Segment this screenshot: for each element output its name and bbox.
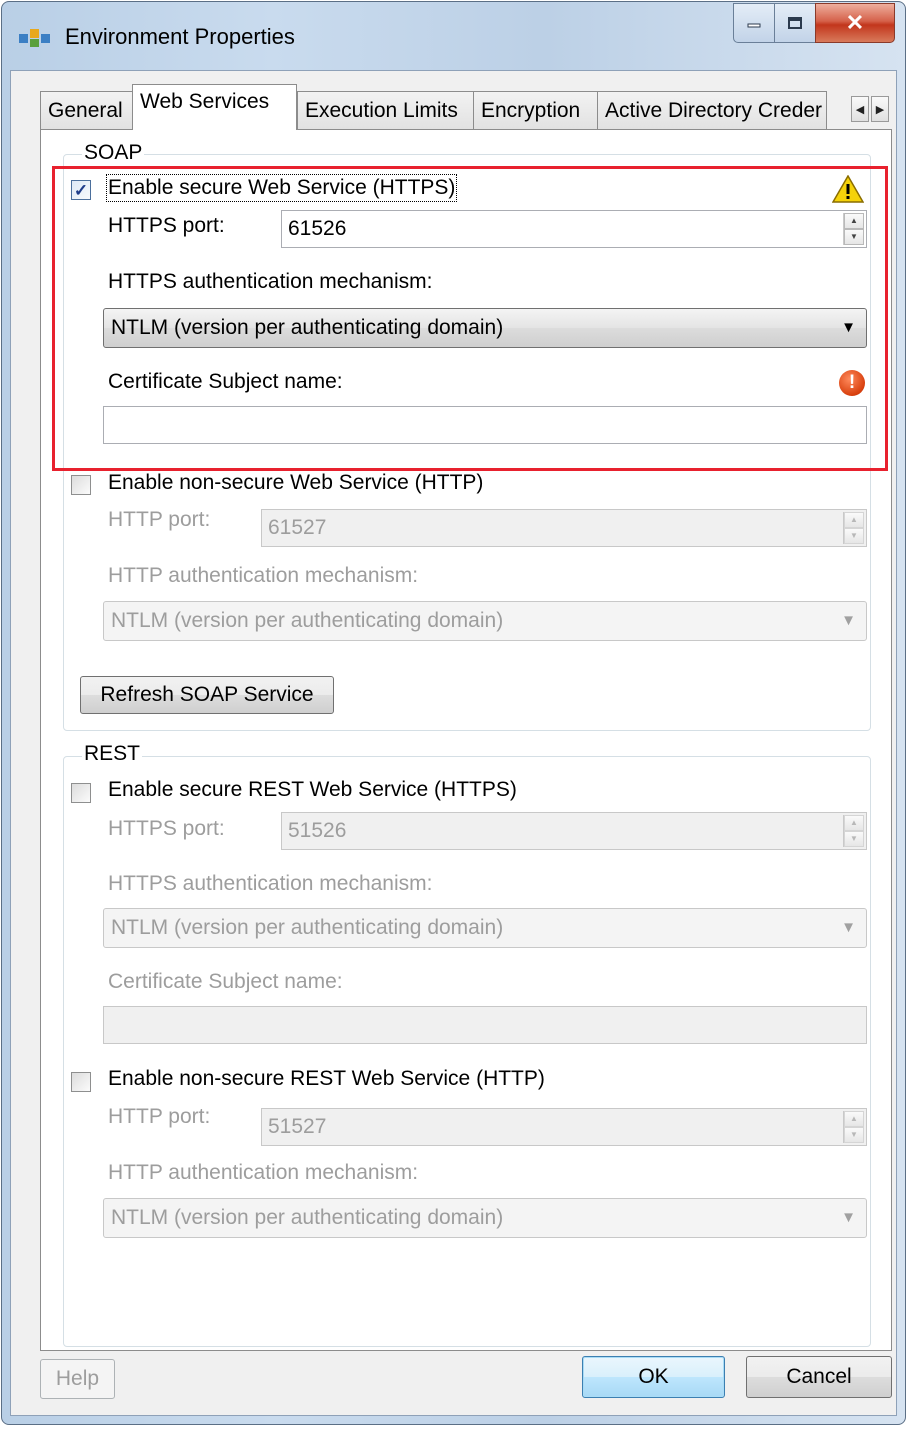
- tab-web-services[interactable]: Web Services: [132, 84, 297, 130]
- minimize-button[interactable]: [733, 3, 775, 43]
- spin-up-icon[interactable]: ▲: [844, 815, 864, 831]
- rest-https-port-spinner[interactable]: ▲ ▼: [843, 815, 864, 847]
- soap-cert-subject-label: Certificate Subject name:: [108, 370, 343, 393]
- rest-https-port-stepper[interactable]: 51526 ▲ ▼: [281, 812, 867, 850]
- spin-down-icon[interactable]: ▼: [844, 831, 864, 847]
- soap-https-port-label: HTTPS port:: [108, 214, 225, 237]
- rest-http-auth-value: NTLM (version per authenticating domain): [111, 1206, 504, 1229]
- soap-http-auth-value: NTLM (version per authenticating domain): [111, 609, 504, 632]
- tab-encryption[interactable]: Encryption: [473, 91, 598, 129]
- tab-general[interactable]: General: [40, 91, 133, 129]
- soap-https-checkbox-label[interactable]: Enable secure Web Service (HTTPS): [105, 174, 458, 202]
- spin-down-icon[interactable]: ▼: [844, 1127, 864, 1143]
- soap-http-port-spinner[interactable]: ▲ ▼: [843, 512, 864, 544]
- rest-cert-subject-label: Certificate Subject name:: [108, 970, 343, 993]
- soap-http-checkbox[interactable]: [71, 475, 91, 495]
- rest-https-auth-select[interactable]: NTLM (version per authenticating domain)…: [103, 908, 867, 948]
- maximize-button[interactable]: [774, 3, 816, 43]
- tab-execution-limits[interactable]: Execution Limits: [297, 91, 474, 129]
- close-icon: ✕: [845, 10, 865, 35]
- checkmark-icon: ✓: [73, 180, 89, 200]
- tab-active-directory[interactable]: Active Directory Creder: [597, 91, 827, 129]
- soap-http-checkbox-label[interactable]: Enable non-secure Web Service (HTTP): [108, 471, 483, 495]
- rest-cert-subject-input[interactable]: [103, 1006, 867, 1044]
- caption-buttons: ✕: [733, 3, 895, 43]
- minimize-icon: [747, 23, 761, 28]
- chevron-right-icon: ▶: [875, 103, 885, 116]
- dialog-window: Environment Properties ✕ General Web Ser…: [1, 1, 906, 1425]
- rest-http-checkbox[interactable]: [71, 1072, 91, 1092]
- rest-https-port-value: 51526: [288, 819, 347, 842]
- rest-https-checkbox[interactable]: [71, 783, 91, 803]
- chevron-down-icon: ▼: [841, 612, 856, 629]
- chevron-left-icon: ◀: [855, 103, 865, 116]
- soap-cert-subject-input[interactable]: [103, 406, 867, 444]
- rest-http-port-spinner[interactable]: ▲ ▼: [843, 1111, 864, 1143]
- warning-icon: [832, 175, 864, 203]
- dialog-client-area: General Web Services Execution Limits En…: [10, 70, 897, 1416]
- environment-app-icon: [19, 29, 50, 47]
- soap-https-auth-label: HTTPS authentication mechanism:: [108, 270, 433, 293]
- spin-up-icon[interactable]: ▲: [844, 213, 864, 229]
- soap-https-auth-value: NTLM (version per authenticating domain): [111, 316, 504, 339]
- web-services-tab-page: SOAP ✓ Enable secure Web Service (HTTPS)…: [40, 129, 892, 1351]
- soap-https-port-stepper[interactable]: 61526 ▲ ▼: [281, 210, 867, 248]
- tab-scroll-right-button[interactable]: ▶: [871, 96, 889, 122]
- chevron-down-icon: ▼: [841, 919, 856, 936]
- spin-up-icon[interactable]: ▲: [844, 512, 864, 528]
- soap-group-label: SOAP: [82, 141, 145, 165]
- rest-https-port-label: HTTPS port:: [108, 817, 225, 840]
- soap-http-port-label: HTTP port:: [108, 508, 211, 531]
- soap-http-auth-select[interactable]: NTLM (version per authenticating domain)…: [103, 601, 867, 641]
- chevron-down-icon: ▼: [841, 1209, 856, 1226]
- rest-https-auth-value: NTLM (version per authenticating domain): [111, 916, 504, 939]
- soap-https-port-spinner[interactable]: ▲ ▼: [843, 213, 864, 245]
- soap-https-checkbox[interactable]: ✓: [71, 180, 91, 200]
- rest-http-port-value: 51527: [268, 1115, 327, 1138]
- soap-http-port-value: 61527: [268, 516, 327, 539]
- rest-https-checkbox-label[interactable]: Enable secure REST Web Service (HTTPS): [108, 778, 517, 802]
- soap-https-port-value: 61526: [288, 217, 347, 240]
- spin-down-icon[interactable]: ▼: [844, 229, 864, 245]
- maximize-icon: [788, 17, 802, 29]
- rest-http-port-label: HTTP port:: [108, 1105, 211, 1128]
- rest-http-auth-label: HTTP authentication mechanism:: [108, 1161, 419, 1184]
- rest-https-auth-label: HTTPS authentication mechanism:: [108, 872, 433, 895]
- title-bar[interactable]: Environment Properties ✕: [2, 2, 907, 70]
- ok-button[interactable]: OK: [582, 1356, 725, 1398]
- rest-http-auth-select[interactable]: NTLM (version per authenticating domain)…: [103, 1198, 867, 1238]
- close-button[interactable]: ✕: [815, 3, 895, 43]
- spin-up-icon[interactable]: ▲: [844, 1111, 864, 1127]
- cancel-button[interactable]: Cancel: [746, 1356, 892, 1398]
- soap-https-auth-select[interactable]: NTLM (version per authenticating domain)…: [103, 308, 867, 348]
- rest-http-checkbox-label[interactable]: Enable non-secure REST Web Service (HTTP…: [108, 1067, 545, 1091]
- help-button[interactable]: Help: [40, 1359, 115, 1399]
- rest-http-port-stepper[interactable]: 51527 ▲ ▼: [261, 1108, 867, 1146]
- refresh-soap-service-button[interactable]: Refresh SOAP Service: [80, 676, 334, 714]
- chevron-down-icon: ▼: [841, 319, 856, 336]
- error-icon: !: [839, 370, 865, 396]
- spin-down-icon[interactable]: ▼: [844, 528, 864, 544]
- tab-scroll-left-button[interactable]: ◀: [851, 96, 869, 122]
- window-title: Environment Properties: [65, 24, 295, 49]
- rest-group-label: REST: [82, 742, 143, 766]
- soap-http-auth-label: HTTP authentication mechanism:: [108, 564, 419, 587]
- soap-http-port-stepper[interactable]: 61527 ▲ ▼: [261, 509, 867, 547]
